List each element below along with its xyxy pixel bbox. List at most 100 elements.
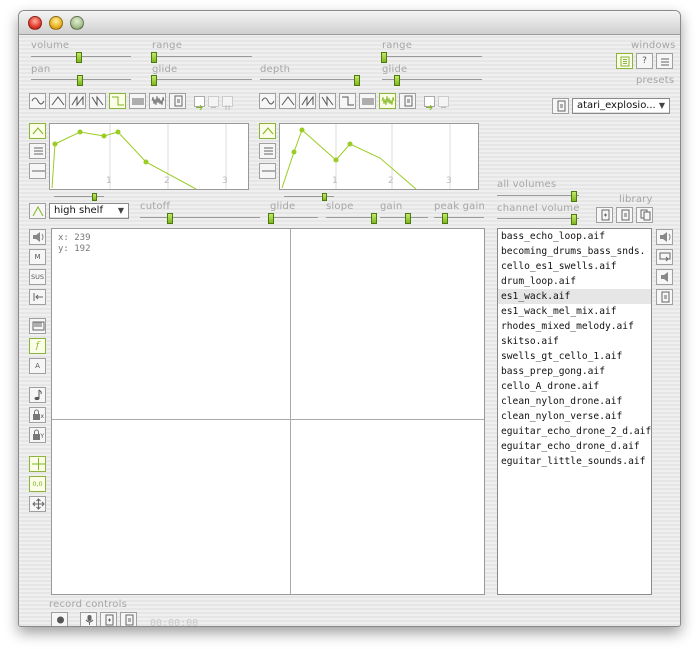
filter-type-select[interactable]: high shelf ▼ — [49, 203, 129, 219]
windows-menu-button[interactable] — [656, 53, 673, 69]
windows-list-button[interactable] — [616, 53, 633, 69]
wave2-sine-button[interactable] — [259, 93, 276, 109]
library-play-button[interactable] — [656, 229, 673, 245]
library-doc-button[interactable] — [616, 207, 633, 223]
lfo1-step-toggle[interactable] — [208, 96, 219, 108]
crosshair-button[interactable] — [29, 456, 46, 472]
slope-slider[interactable] — [326, 213, 377, 224]
xy-pad[interactable]: x: 239 y: 192 — [51, 228, 485, 595]
library-add-button[interactable] — [596, 207, 613, 223]
document-icon — [404, 95, 413, 107]
peak-gain-slider[interactable] — [434, 213, 484, 224]
range-slider[interactable] — [151, 52, 252, 63]
depth-slider[interactable] — [260, 75, 360, 86]
library-item[interactable]: bass_prep_gong.aif — [498, 364, 651, 379]
wave-pulse-button[interactable] — [129, 93, 146, 109]
origin-button[interactable]: 0,0 — [29, 476, 46, 492]
wave2-triangle-button[interactable] — [279, 93, 296, 109]
pan-slider[interactable] — [31, 75, 131, 86]
library-item[interactable]: es1_wack_mel_mix.aif — [498, 304, 651, 319]
library-list[interactable]: bass_echo_loop.aif becoming_drums_bass_sn… — [497, 228, 652, 595]
keyboard-button[interactable] — [29, 318, 46, 334]
env1-scroll-slider[interactable] — [54, 192, 104, 202]
env1-curve-button[interactable] — [29, 123, 46, 139]
record-file-button[interactable] — [120, 612, 137, 626]
glide-label: glide — [152, 64, 178, 75]
minimize-button[interactable] — [49, 16, 63, 30]
preset-select[interactable]: atari_explosio... ▼ — [572, 98, 670, 114]
wave-saw-button[interactable] — [69, 93, 86, 109]
wave-sine-button[interactable] — [29, 93, 46, 109]
library-copy-button[interactable] — [636, 207, 653, 223]
library-item[interactable]: cello_A_drone.aif — [498, 379, 651, 394]
jump-start-icon — [33, 293, 43, 301]
library-item[interactable]: bass_echo_loop.aif — [498, 229, 651, 244]
record-mic-button[interactable] — [80, 612, 97, 626]
help-button[interactable]: ? — [636, 53, 653, 69]
library-item[interactable]: becoming_drums_bass_snds. — [498, 244, 651, 259]
wave2-saw-button[interactable] — [299, 93, 316, 109]
library-file-button[interactable] — [656, 289, 673, 305]
library-item[interactable]: clean_nylon_drone.aif — [498, 394, 651, 409]
library-item[interactable]: drum_loop.aif — [498, 274, 651, 289]
gain-slider[interactable] — [380, 213, 428, 224]
channel-volume-slider[interactable] — [497, 214, 579, 225]
sustain-button[interactable]: SUS — [29, 269, 46, 285]
note-button[interactable] — [29, 387, 46, 403]
wave-ramp-button[interactable] — [89, 93, 106, 109]
library-item[interactable]: eguitar_echo_drone_2_d.aif — [498, 424, 651, 439]
filter-glide-slider[interactable] — [268, 213, 318, 224]
envelope2-panel[interactable]: 1 2 3 — [279, 123, 479, 190]
wave-square-button[interactable] — [109, 93, 126, 109]
wave-triangle-button[interactable] — [49, 93, 66, 109]
env2-curve-button[interactable] — [259, 123, 276, 139]
preset-file-button[interactable] — [552, 98, 569, 114]
library-item[interactable]: rhodes_mixed_melody.aif — [498, 319, 651, 334]
library-item[interactable]: es1_wack.aif — [498, 289, 651, 304]
cutoff-slider[interactable] — [140, 213, 260, 224]
filter-curve-button[interactable] — [29, 203, 46, 219]
function-button[interactable]: f — [29, 338, 46, 354]
library-item[interactable]: skitso.aif — [498, 334, 651, 349]
close-button[interactable] — [28, 16, 42, 30]
library-item[interactable]: swells_gt_cello_1.aif — [498, 349, 651, 364]
library-item[interactable]: eguitar_little_sounds.aif — [498, 454, 651, 469]
zoom-button[interactable] — [70, 16, 84, 30]
wave2-square-button[interactable] — [339, 93, 356, 109]
all-volumes-slider[interactable] — [497, 191, 579, 202]
speaker-button[interactable] — [29, 229, 46, 245]
record-save-button[interactable] — [100, 612, 117, 626]
volume-slider[interactable] — [31, 52, 131, 63]
env2-list-button[interactable] — [259, 143, 276, 159]
library-item[interactable]: clean_nylon_verse.aif — [498, 409, 651, 424]
move-button[interactable] — [29, 496, 46, 512]
lfo1-arrow-toggle[interactable] — [194, 96, 205, 111]
library-item[interactable]: cello_es1_swells.aif — [498, 259, 651, 274]
glide2-slider[interactable] — [382, 75, 482, 86]
env1-list-button[interactable] — [29, 143, 46, 159]
wave2-file-button[interactable] — [399, 93, 416, 109]
env1-flat-button[interactable] — [29, 163, 46, 179]
record-stop-button[interactable] — [51, 612, 68, 626]
wave2-noise-button[interactable] — [379, 93, 396, 109]
lfo1-hold-toggle[interactable] — [222, 96, 233, 110]
library-loop-button[interactable] — [656, 249, 673, 265]
library-mute-button[interactable] — [656, 269, 673, 285]
wave-file-button[interactable] — [169, 93, 186, 109]
lfo2-step-toggle[interactable] — [438, 96, 449, 108]
wave2-pulse-button[interactable] — [359, 93, 376, 109]
range2-slider[interactable] — [381, 52, 482, 63]
mute-button[interactable]: M — [29, 249, 46, 265]
envelope1-panel[interactable]: 1 2 3 — [49, 123, 249, 190]
glide-slider[interactable] — [151, 75, 252, 86]
env2-flat-button[interactable] — [259, 163, 276, 179]
lfo2-arrow-toggle[interactable] — [424, 96, 435, 111]
wave-noise-button[interactable] — [149, 93, 166, 109]
lock-y-button[interactable]: Y — [29, 427, 46, 443]
move-arrows-icon — [32, 498, 45, 510]
a-button[interactable]: A — [29, 358, 46, 374]
library-item[interactable]: eguitar_echo_drone_d.aif — [498, 439, 651, 454]
lock-x-button[interactable]: x — [29, 407, 46, 423]
jump-start-button[interactable] — [29, 289, 46, 305]
wave2-ramp-button[interactable] — [319, 93, 336, 109]
